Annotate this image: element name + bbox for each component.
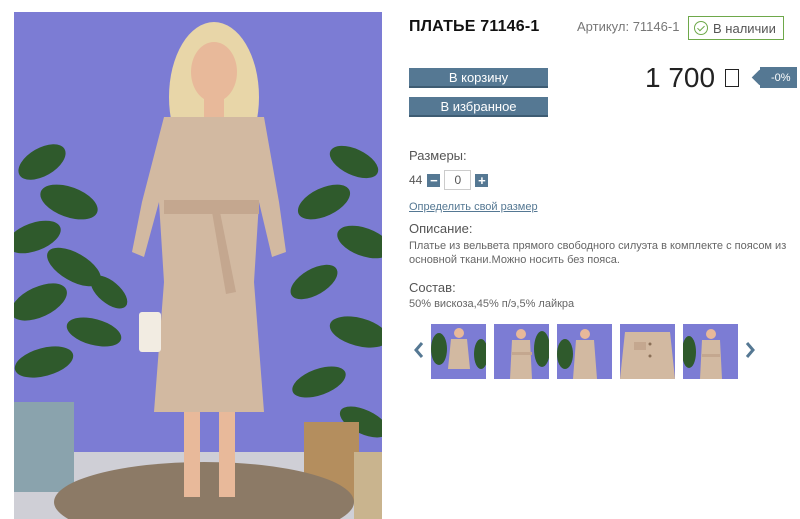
- stock-text: В наличии: [713, 20, 776, 36]
- size-guide-link[interactable]: Определить свой размер: [409, 201, 538, 213]
- increase-quantity-button[interactable]: +: [475, 173, 489, 187]
- thumbnail-image[interactable]: [431, 324, 486, 379]
- product-title: ПЛАТЬЕ 71146-1: [409, 18, 540, 35]
- stock-badge: В наличии: [688, 16, 784, 40]
- thumbnail-carousel: [412, 322, 757, 380]
- ruble-icon: [725, 69, 740, 87]
- check-circle-icon: [694, 21, 708, 35]
- product-sku: Артикул: 71146-1: [577, 19, 680, 34]
- decrease-quantity-button[interactable]: −: [427, 173, 441, 187]
- size-value: 44: [409, 173, 423, 187]
- thumbnail-image[interactable]: [620, 324, 675, 379]
- discount-value: -0%: [771, 71, 791, 84]
- product-main-image[interactable]: [14, 12, 382, 519]
- sizes-label: Размеры:: [409, 148, 467, 163]
- thumbnail-image[interactable]: [494, 324, 549, 379]
- thumbnail-image[interactable]: [557, 324, 612, 379]
- add-to-favorites-button[interactable]: В избранное: [409, 97, 548, 117]
- description-text: Платье из вельвета прямого свободного си…: [409, 240, 787, 266]
- composition-text: 50% вискоза,45% п/э,5% лайкра: [409, 298, 575, 310]
- add-to-cart-button[interactable]: В корзину: [409, 68, 548, 88]
- price: 1 700: [645, 62, 740, 94]
- thumbnail-image[interactable]: [683, 324, 738, 379]
- chevron-left-icon[interactable]: [412, 340, 426, 360]
- description-label: Описание:: [409, 221, 473, 236]
- discount-badge: -0%: [760, 67, 797, 88]
- composition-label: Состав:: [409, 280, 456, 295]
- price-value: 1 700: [645, 62, 716, 93]
- chevron-right-icon[interactable]: [743, 340, 757, 360]
- quantity-input[interactable]: [444, 170, 472, 190]
- size-quantity-row: 44 − +: [409, 170, 489, 190]
